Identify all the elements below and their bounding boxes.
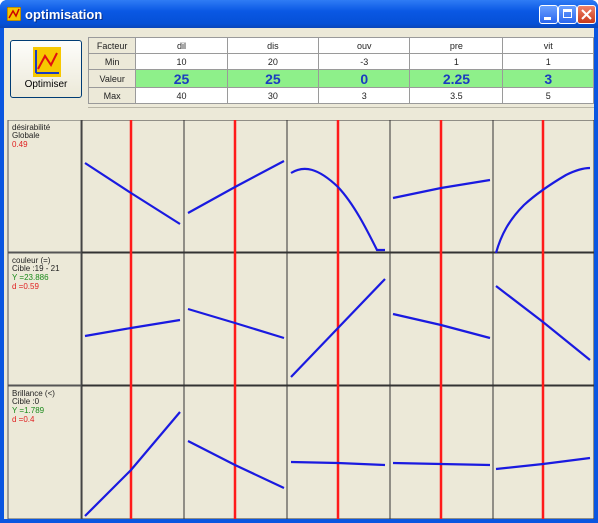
- maximize-button[interactable]: [558, 5, 577, 24]
- factor-cell: vit: [502, 37, 594, 54]
- max-cell[interactable]: 3: [318, 87, 411, 104]
- min-row-header: Min: [87, 53, 137, 70]
- value-row-header: Valeur: [87, 69, 137, 88]
- response-d: d =0.4: [12, 415, 35, 424]
- response-d: d =0.59: [12, 282, 39, 291]
- response-plots: désirabilité Globale 0.49 couleur (=) Ci…: [4, 120, 594, 519]
- factor-cell: dil: [135, 37, 228, 54]
- min-cell[interactable]: 10: [135, 53, 228, 70]
- min-cell[interactable]: 1: [409, 53, 504, 70]
- max-cell[interactable]: 40: [135, 87, 228, 104]
- value-cell[interactable]: 3: [502, 69, 594, 88]
- min-row: Min 10 20 -3 1 1: [87, 53, 594, 70]
- min-cell[interactable]: 1: [502, 53, 594, 70]
- factor-cell: dis: [226, 37, 320, 54]
- response-value: 0.49: [12, 140, 28, 149]
- factor-row-header: Facteur: [87, 37, 137, 54]
- response-y: Y =23.886: [12, 273, 49, 282]
- response-label-3: Brillance (<) Cible :0 Y =1.789 d =0.4: [7, 385, 82, 519]
- close-button[interactable]: [577, 5, 596, 24]
- factor-cell: pre: [409, 37, 504, 54]
- factor-row: Facteur dil dis ouv pre vit: [87, 37, 594, 54]
- max-cell[interactable]: 3.5: [409, 87, 504, 104]
- app-icon: [7, 7, 21, 21]
- value-cell[interactable]: 2.25: [409, 69, 504, 88]
- factor-table: Facteur dil dis ouv pre vit Min 10 20 -3…: [87, 37, 594, 104]
- max-cell[interactable]: 30: [226, 87, 320, 104]
- chart-icon: [33, 47, 61, 77]
- value-cell[interactable]: 25: [135, 69, 228, 88]
- maximize-icon: [563, 9, 572, 18]
- min-cell[interactable]: -3: [318, 53, 411, 70]
- client-area: Optimiser Facteur dil dis ouv pre vit Mi…: [4, 28, 594, 519]
- window-title: optimisation: [25, 7, 103, 22]
- value-cell[interactable]: 0: [318, 69, 411, 88]
- max-cell[interactable]: 5: [502, 87, 594, 104]
- optimise-button[interactable]: Optimiser: [10, 40, 82, 98]
- response-label-line: Globale: [12, 131, 40, 140]
- factor-cell: ouv: [318, 37, 411, 54]
- response-y: Y =1.789: [12, 406, 45, 415]
- minimize-button[interactable]: [539, 5, 558, 24]
- max-row: Max 40 30 3 3.5 5: [87, 87, 594, 104]
- optimise-button-label: Optimiser: [24, 79, 68, 90]
- optimisation-window: optimisation Optimiser Facteur dil dis o…: [0, 0, 598, 523]
- response-label-2: couleur (=) Cible :19 - 21 Y =23.886 d =…: [7, 252, 82, 386]
- value-row: Valeur 25 25 0 2.25 3: [87, 69, 594, 88]
- response-label-line: Cible :0: [12, 397, 40, 406]
- table-separator: [88, 107, 594, 118]
- close-icon: [581, 9, 592, 20]
- max-row-header: Max: [87, 87, 137, 104]
- min-cell[interactable]: 20: [226, 53, 320, 70]
- minimize-icon: [544, 17, 551, 20]
- title-bar[interactable]: optimisation: [0, 0, 598, 28]
- response-label-1: désirabilité Globale 0.49: [7, 120, 82, 253]
- response-label-line: Cible :19 - 21: [12, 264, 60, 273]
- value-cell[interactable]: 25: [226, 69, 320, 88]
